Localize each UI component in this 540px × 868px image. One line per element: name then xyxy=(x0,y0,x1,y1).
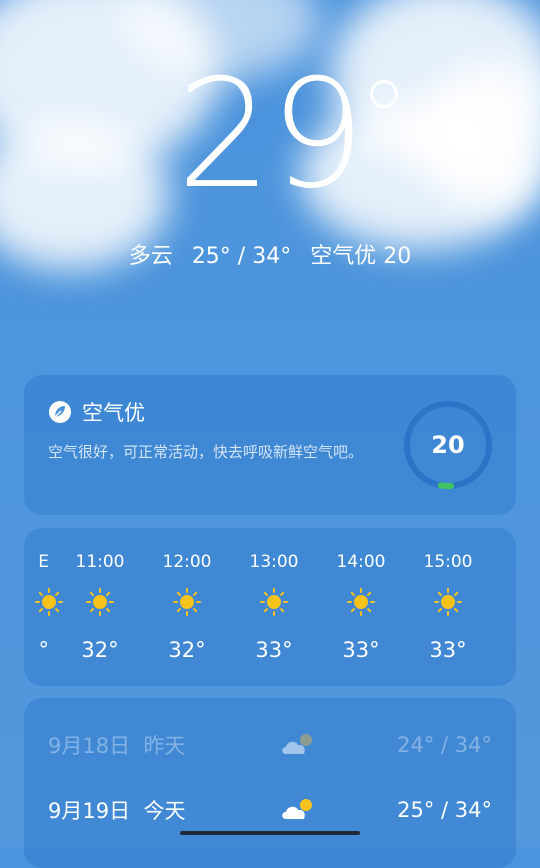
hour-time: 14:00 xyxy=(336,552,386,572)
sun-icon xyxy=(86,588,114,616)
day-range: 25° / 34° xyxy=(397,798,492,822)
aqi-title-text: 空气优 xyxy=(82,401,145,425)
day-date: 9月19日 xyxy=(48,799,131,823)
aqi-value: 20 xyxy=(431,431,465,459)
partly-cloudy-icon xyxy=(282,799,312,819)
condition-text: 多云 xyxy=(128,244,173,269)
day-range: 24° / 34° xyxy=(397,733,492,757)
sun-icon xyxy=(260,588,288,616)
weather-summary: 多云 25° / 34° 空气优 20 xyxy=(0,238,540,270)
aqi-description: 空气很好，可正常活动，快去呼吸新鲜空气吧。 xyxy=(48,443,364,461)
hour-time: 15:00 xyxy=(423,552,473,572)
leaf-icon xyxy=(49,401,71,423)
sun-icon xyxy=(347,588,375,616)
hour-temp: 33° xyxy=(255,638,293,662)
day-row-today[interactable]: 9月19日 今天 25° / 34° xyxy=(48,790,492,830)
degree-symbol xyxy=(370,80,398,108)
temperature-range: 25° / 34° xyxy=(191,244,292,269)
hour-time: E xyxy=(38,552,49,572)
sun-icon xyxy=(173,588,201,616)
hour-temp: 32° xyxy=(81,638,119,662)
hour-temp: 32° xyxy=(168,638,206,662)
hour-temp: 33° xyxy=(429,638,467,662)
hour-time: 13:00 xyxy=(249,552,299,572)
current-temperature: 29 xyxy=(176,48,366,222)
hour-time: 12:00 xyxy=(162,552,212,572)
air-quality-summary[interactable]: 空气优 20 xyxy=(310,244,411,269)
hour-temp: 33° xyxy=(342,638,380,662)
day-label: 昨天 xyxy=(143,734,186,758)
daily-forecast[interactable]: 9月18日 昨天 24° / 34° 9月19日 今天 25° / 34° xyxy=(24,698,516,868)
aqi-title: 空气优 xyxy=(48,397,145,427)
hour-temp: ° xyxy=(38,638,50,662)
cloudy-icon xyxy=(282,734,312,754)
day-label: 今天 xyxy=(143,799,186,823)
sun-icon xyxy=(35,588,63,616)
hour-time: 11:00 xyxy=(75,552,125,572)
hourly-forecast[interactable]: E ° 11:00 32° 12:00 32° 13:00 33° 14:00 … xyxy=(24,528,516,686)
day-date: 9月18日 xyxy=(48,734,131,758)
home-indicator[interactable] xyxy=(180,831,360,835)
air-quality-card[interactable]: 空气优 空气很好，可正常活动，快去呼吸新鲜空气吧。 20 xyxy=(24,375,516,515)
day-row-yesterday[interactable]: 9月18日 昨天 24° / 34° xyxy=(48,725,492,765)
sun-icon xyxy=(434,588,462,616)
